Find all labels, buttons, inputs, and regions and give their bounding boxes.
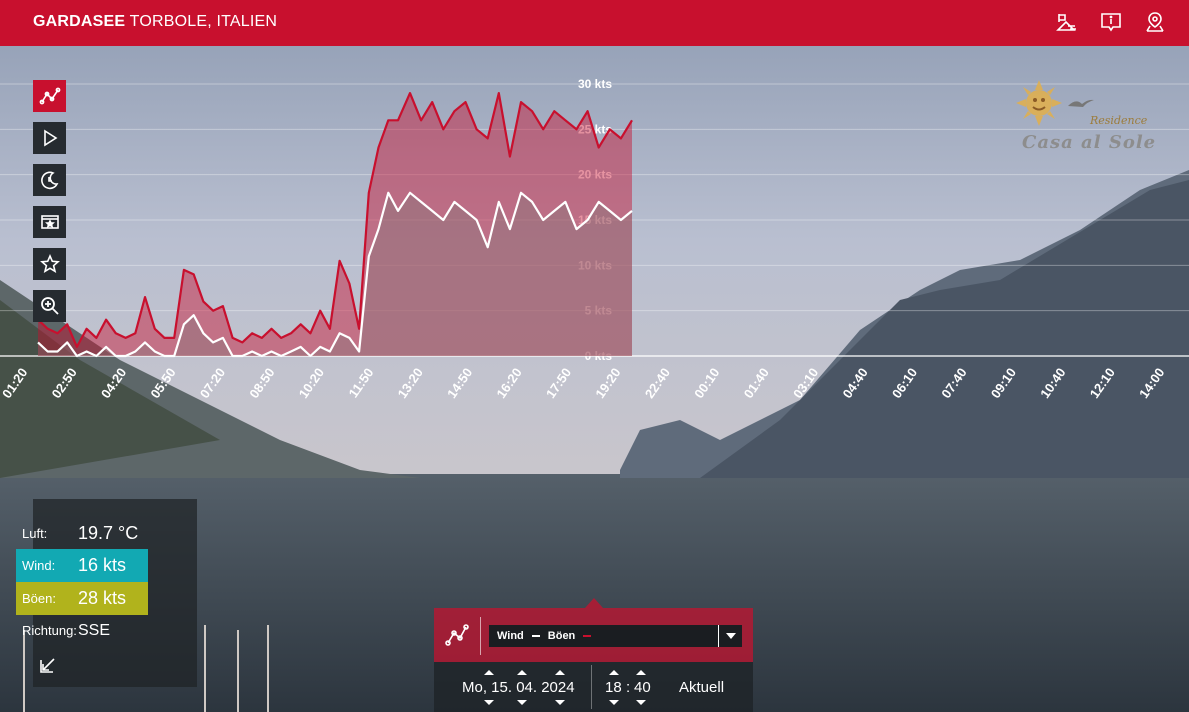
chevron-down-icon[interactable] <box>718 625 742 647</box>
direction-label: Richtung: <box>22 623 77 638</box>
x-tick-label: 06:10 <box>889 365 920 401</box>
page-title: GARDASEE TORBOLE, ITALIEN <box>33 13 277 31</box>
collapse-panel-icon[interactable] <box>37 654 59 676</box>
sponsor-logo: Residence Casa al Sole <box>1010 78 1160 158</box>
gust-label: Böen: <box>22 591 56 606</box>
zoom-button[interactable] <box>33 290 66 322</box>
time-colon: : <box>626 679 631 696</box>
year-up-arrow[interactable] <box>555 670 565 675</box>
zoom-in-icon <box>40 297 59 315</box>
x-tick-label: 00:10 <box>691 365 722 401</box>
hour-up-arrow[interactable] <box>609 670 619 675</box>
air-temp-label: Luft: <box>22 526 48 541</box>
play-icon <box>43 129 57 147</box>
map-pin-icon[interactable] <box>1143 10 1167 34</box>
controls-pointer <box>585 598 603 608</box>
x-tick-label: 12:10 <box>1087 365 1118 401</box>
x-tick-label: 16:20 <box>493 365 524 401</box>
play-timelapse-button[interactable] <box>33 122 66 154</box>
x-tick-label: 04:20 <box>98 365 129 401</box>
current-time-button[interactable]: Aktuell <box>679 679 724 696</box>
favorite-button[interactable] <box>33 248 66 280</box>
x-tick-label: 17:50 <box>543 365 574 401</box>
night-mode-button[interactable] <box>33 164 66 196</box>
app-header: GARDASEE TORBOLE, ITALIEN <box>0 0 1189 46</box>
logo-script-text: Residence <box>1090 114 1148 127</box>
x-tick-label: 13:20 <box>395 365 426 401</box>
night-moon-icon <box>40 171 58 190</box>
chart-icon <box>39 87 60 105</box>
x-tick-label: 07:40 <box>938 365 969 401</box>
x-tick-label: 14:50 <box>444 365 475 401</box>
image-gallery-icon <box>40 215 59 229</box>
x-tick-label: 10:40 <box>1037 365 1068 401</box>
direction-value: SSE <box>78 621 111 639</box>
minute-down-arrow[interactable] <box>636 700 646 705</box>
wind-row: Wind: 16 kts <box>16 549 148 582</box>
y-tick-label: 30 kts <box>578 77 612 91</box>
x-tick-label: 09:10 <box>988 365 1019 401</box>
day-up-arrow[interactable] <box>484 670 494 675</box>
bird-icon <box>1068 99 1094 107</box>
logo-name-text: Casa al Sole <box>1022 132 1157 153</box>
x-tick-label: 14:00 <box>1136 365 1167 401</box>
gust-value: 28 kts <box>78 588 127 608</box>
header-icon-group <box>1055 10 1167 34</box>
x-tick-label: 10:20 <box>296 365 327 401</box>
series-select[interactable]: Wind Böen <box>489 625 742 647</box>
air-temp-value: 19.7 °C <box>78 523 139 543</box>
date-time-divider <box>591 665 592 709</box>
hour-display[interactable]: 18 <box>605 679 622 696</box>
gallery-button[interactable] <box>33 206 66 238</box>
x-tick-label: 01:20 <box>0 365 30 401</box>
wind-label: Wind: <box>22 558 56 573</box>
x-tick-label: 04:40 <box>839 365 870 401</box>
gust-row: Böen: 28 kts <box>16 582 148 615</box>
minute-display[interactable]: 40 <box>634 679 651 696</box>
x-tick-label: 07:20 <box>197 365 228 401</box>
star-icon <box>39 253 60 273</box>
x-tick-label: 02:50 <box>49 365 80 401</box>
flag-icon[interactable] <box>1055 10 1079 34</box>
location-name: GARDASEE <box>33 13 126 30</box>
wind-value: 16 kts <box>78 555 127 575</box>
sun-logo-icon <box>1016 80 1062 126</box>
chart-view-button[interactable] <box>33 80 66 112</box>
x-tick-label: 22:40 <box>642 365 673 401</box>
month-up-arrow[interactable] <box>517 670 527 675</box>
location-detail: TORBOLE, ITALIEN <box>125 13 278 30</box>
direction-row: Richtung: SSE <box>16 614 148 647</box>
x-tick-label: 03:10 <box>790 365 821 401</box>
hour-down-arrow[interactable] <box>609 700 619 705</box>
x-tick-label: 05:50 <box>147 365 178 401</box>
chart-toggle-icon[interactable] <box>442 620 472 650</box>
date-display[interactable]: Mo, 15. 04. 2024 <box>462 679 575 696</box>
x-tick-label: 19:20 <box>592 365 623 401</box>
legend-wind-swatch <box>531 635 540 637</box>
view-toolbar <box>33 80 66 322</box>
legend-gust-swatch <box>583 635 592 637</box>
day-down-arrow[interactable] <box>484 700 494 705</box>
x-tick-label: 11:50 <box>346 365 377 400</box>
air-temp-row: Luft: 19.7 °C <box>16 517 148 550</box>
x-tick-label: 08:50 <box>246 365 277 401</box>
minute-up-arrow[interactable] <box>636 670 646 675</box>
month-down-arrow[interactable] <box>517 700 527 705</box>
x-tick-label: 01:40 <box>741 365 772 401</box>
info-icon[interactable] <box>1099 10 1123 34</box>
controls-divider <box>480 617 481 655</box>
legend-wind-label: Wind <box>497 630 524 642</box>
year-down-arrow[interactable] <box>555 700 565 705</box>
legend-gust-label: Böen <box>547 630 576 642</box>
